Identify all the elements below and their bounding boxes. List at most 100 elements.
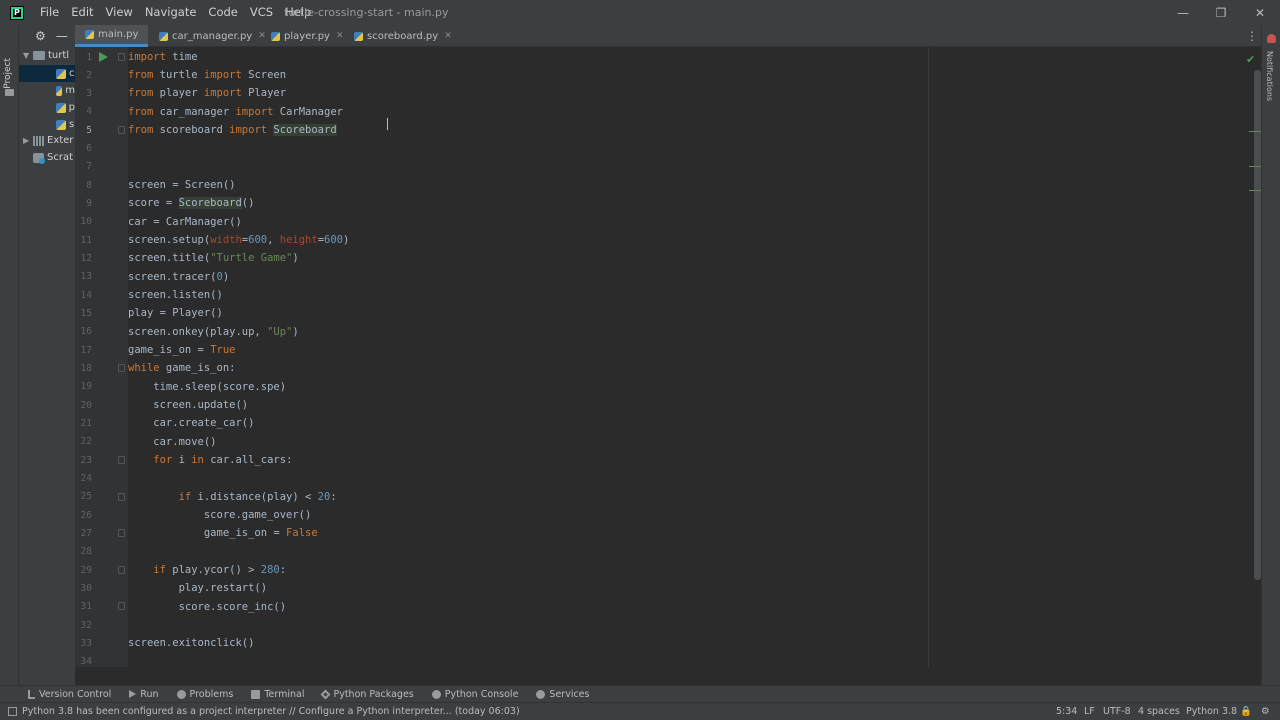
code-line[interactable]: while game_is_on: bbox=[128, 359, 235, 377]
code-line[interactable]: screen.tracer(0) bbox=[128, 268, 229, 286]
vertical-scrollbar[interactable] bbox=[1254, 70, 1261, 580]
terminal-button[interactable]: Terminal bbox=[251, 689, 304, 700]
close-tab-icon[interactable]: ✕ bbox=[258, 31, 266, 41]
minimize-button[interactable]: — bbox=[1164, 0, 1202, 25]
services-button[interactable]: Services bbox=[536, 689, 589, 700]
chevron-right-icon[interactable]: ▶ bbox=[23, 136, 33, 145]
status-message[interactable]: Python 3.8 has been configured as a proj… bbox=[22, 706, 520, 717]
tab-main-py[interactable]: main.py bbox=[75, 25, 148, 47]
caret-position[interactable]: 5:34 bbox=[1056, 703, 1077, 720]
line-separator[interactable]: LF bbox=[1084, 703, 1095, 720]
menu-navigate[interactable]: Navigate bbox=[139, 0, 203, 25]
minimize-panel-icon[interactable]: — bbox=[56, 29, 68, 43]
more-tabs-icon[interactable]: ⋮ bbox=[1246, 29, 1258, 43]
fold-marker-icon[interactable] bbox=[118, 493, 125, 501]
code-line[interactable]: for i in car.all_cars: bbox=[128, 451, 292, 469]
menu-code[interactable]: Code bbox=[202, 0, 243, 25]
code-line[interactable]: screen.update() bbox=[128, 396, 248, 414]
code-line[interactable]: if play.ycor() > 280: bbox=[128, 561, 286, 579]
close-button[interactable]: ✕ bbox=[1241, 0, 1279, 25]
menu-vcs[interactable]: VCS bbox=[244, 0, 279, 25]
project-toolbar: ⚙ — bbox=[19, 25, 75, 47]
code-line[interactable]: time.sleep(score.spe) bbox=[128, 378, 286, 396]
menu-view[interactable]: View bbox=[100, 0, 139, 25]
code-line[interactable]: play = Player() bbox=[128, 304, 223, 322]
code-line[interactable]: screen = Screen() bbox=[128, 176, 235, 194]
tree-item-file[interactable]: p bbox=[19, 99, 75, 116]
tab-label: car_manager.py bbox=[172, 30, 253, 42]
lock-icon[interactable]: 🔒 bbox=[1240, 703, 1252, 720]
menu-edit[interactable]: Edit bbox=[65, 0, 99, 25]
code-line[interactable]: game_is_on = True bbox=[128, 341, 235, 359]
version-control-button[interactable]: Version Control bbox=[28, 689, 111, 700]
project-folder-icon[interactable] bbox=[5, 89, 14, 96]
tab-scoreboard-py[interactable]: scoreboard.py ✕ bbox=[354, 25, 452, 47]
problems-button[interactable]: Problems bbox=[176, 689, 233, 700]
code-line[interactable]: play.restart() bbox=[128, 579, 268, 597]
menu-file[interactable]: File bbox=[34, 0, 65, 25]
code-line[interactable]: from car_manager import CarManager bbox=[128, 103, 343, 121]
fold-marker-icon[interactable] bbox=[118, 456, 125, 464]
python-console-button[interactable]: Python Console bbox=[431, 689, 518, 700]
code-line[interactable]: score.game_over() bbox=[128, 506, 311, 524]
restore-button[interactable]: ❐ bbox=[1202, 0, 1240, 25]
fold-marker-icon[interactable] bbox=[118, 126, 125, 134]
tree-item-project-root[interactable]: ▼ turtl bbox=[19, 47, 75, 64]
code-line[interactable]: score.score_inc() bbox=[128, 598, 286, 616]
code-line[interactable]: import time bbox=[128, 48, 198, 66]
close-tab-icon[interactable]: ✕ bbox=[336, 31, 344, 41]
tab-car-manager-py[interactable]: car_manager.py ✕ bbox=[159, 25, 266, 47]
code-line[interactable]: from scoreboard import Scoreboard bbox=[128, 121, 337, 139]
line-number: 33 bbox=[80, 638, 92, 649]
python-packages-button[interactable]: Python Packages bbox=[321, 689, 414, 700]
code-line[interactable]: game_is_on = False bbox=[128, 524, 318, 542]
run-button[interactable]: Run bbox=[129, 689, 159, 700]
fold-marker-icon[interactable] bbox=[118, 364, 125, 372]
code-line[interactable]: car.create_car() bbox=[128, 414, 254, 432]
code-line[interactable]: if i.distance(play) < 20: bbox=[128, 488, 337, 506]
close-tab-icon[interactable]: ✕ bbox=[444, 31, 452, 41]
inspection-ok-icon[interactable]: ✔ bbox=[1246, 53, 1255, 66]
tree-item-file[interactable]: m bbox=[19, 82, 75, 99]
line-number: 12 bbox=[80, 253, 92, 264]
packages-icon bbox=[321, 689, 331, 699]
notifications-tool-button[interactable]: Notifications bbox=[1265, 51, 1274, 101]
line-number: 27 bbox=[80, 528, 92, 539]
tree-item-file[interactable]: s bbox=[19, 116, 75, 133]
code-line[interactable]: screen.setup(width=600, height=600) bbox=[128, 231, 349, 249]
line-number: 11 bbox=[80, 235, 92, 246]
code-line[interactable]: screen.onkey(play.up, "Up") bbox=[128, 323, 299, 341]
event-log-icon[interactable] bbox=[8, 707, 17, 716]
fold-marker-icon[interactable] bbox=[118, 529, 125, 537]
code-line[interactable]: car = CarManager() bbox=[128, 213, 242, 231]
chevron-down-icon[interactable]: ▼ bbox=[23, 51, 33, 60]
code-line[interactable]: screen.title("Turtle Game") bbox=[128, 249, 299, 267]
fold-marker-icon[interactable] bbox=[118, 602, 125, 610]
indent-setting[interactable]: 4 spaces bbox=[1138, 703, 1180, 720]
code-line[interactable]: car.move() bbox=[128, 433, 216, 451]
code-line[interactable]: score = Scoreboard() bbox=[128, 194, 254, 212]
bell-icon[interactable] bbox=[1267, 34, 1276, 43]
tab-label: player.py bbox=[284, 30, 330, 42]
status-bar: Python 3.8 has been configured as a proj… bbox=[0, 702, 1280, 720]
line-number: 18 bbox=[80, 363, 92, 374]
run-icon[interactable] bbox=[99, 52, 108, 62]
fold-marker-icon[interactable] bbox=[118, 566, 125, 574]
code-line[interactable]: screen.listen() bbox=[128, 286, 223, 304]
tree-item-file[interactable]: c bbox=[19, 65, 75, 82]
python-interpreter[interactable]: Python 3.8 bbox=[1186, 703, 1237, 720]
project-tool-button[interactable]: Project bbox=[3, 58, 13, 89]
tab-player-py[interactable]: player.py ✕ bbox=[271, 25, 344, 47]
gear-icon[interactable]: ⚙ bbox=[35, 29, 46, 43]
file-encoding[interactable]: UTF-8 bbox=[1103, 703, 1131, 720]
gear-icon[interactable]: ⚙ bbox=[1261, 703, 1270, 720]
editor-tab-bar: main.py car_manager.py ✕ player.py ✕ sco… bbox=[75, 25, 1280, 47]
code-line[interactable]: screen.exitonclick() bbox=[128, 634, 254, 652]
code-line[interactable]: from player import Player bbox=[128, 84, 286, 102]
tree-item-scratches[interactable]: Scrat bbox=[19, 149, 75, 166]
code-editor[interactable] bbox=[128, 47, 1261, 667]
code-line[interactable]: from turtle import Screen bbox=[128, 66, 286, 84]
tree-item-external-libraries[interactable]: ▶ Exter bbox=[19, 132, 75, 149]
line-number: 22 bbox=[80, 436, 92, 447]
fold-marker-icon[interactable] bbox=[118, 53, 125, 61]
